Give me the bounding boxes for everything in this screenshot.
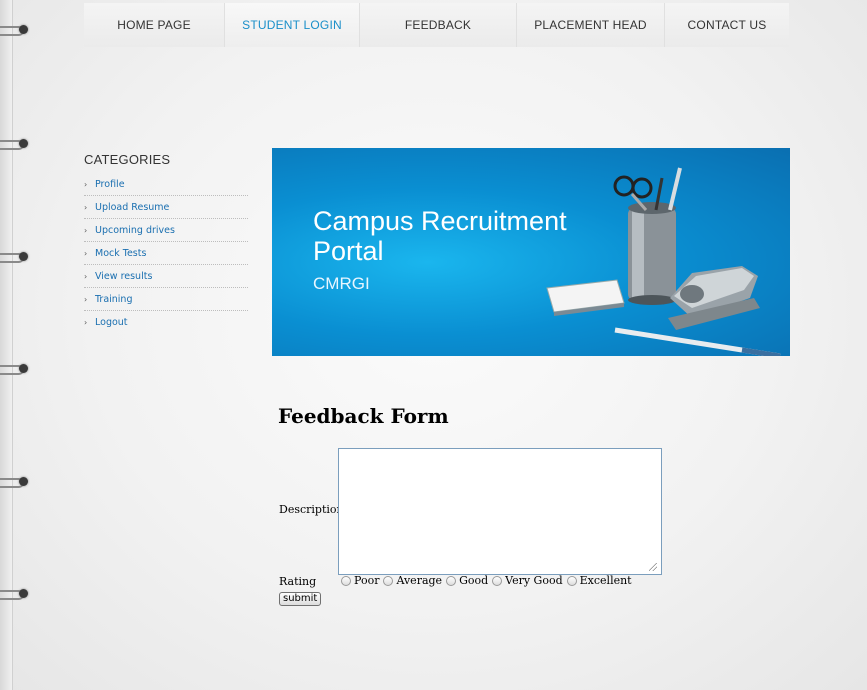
rating-option-label: Poor — [354, 574, 380, 587]
rating-option-poor[interactable]: Poor — [341, 574, 379, 587]
category-label: Upload Resume — [95, 201, 170, 213]
category-label: Training — [95, 293, 133, 305]
binder-ring — [0, 587, 30, 601]
rating-option-good[interactable]: Good — [446, 574, 488, 587]
description-textarea[interactable] — [338, 448, 662, 575]
category-label: Profile — [95, 178, 125, 190]
rating-option-label: Good — [459, 574, 489, 587]
nav-placement-head[interactable]: PLACEMENT HEAD — [517, 3, 665, 47]
rating-label: Rating — [279, 575, 317, 588]
nav-student-login[interactable]: STUDENT LOGIN — [225, 3, 360, 47]
top-navigation: HOME PAGE STUDENT LOGIN FEEDBACK PLACEME… — [84, 3, 789, 47]
categories-list: › Profile › Upload Resume › Upcoming drives… — [84, 173, 248, 333]
categories-sidebar: CATEGORIES › Profile › Upload Resume › Upco… — [84, 152, 248, 333]
feedback-form-title: Feedback Form — [278, 404, 449, 428]
category-label: View results — [95, 270, 153, 282]
radio-button[interactable] — [383, 575, 394, 586]
category-label: Logout — [95, 316, 128, 328]
radio-button[interactable] — [492, 575, 503, 586]
category-label: Upcoming drives — [95, 224, 175, 236]
category-label: Mock Tests — [95, 247, 147, 259]
rating-options: Poor Average Good Very Good Excellent — [341, 574, 636, 587]
chevron-right-icon: › — [84, 225, 88, 235]
chevron-right-icon: › — [84, 248, 88, 258]
binder-ring — [0, 362, 30, 376]
rating-option-label: Excellent — [579, 574, 632, 587]
category-item-profile[interactable]: › Profile — [84, 173, 248, 196]
nav-home-page[interactable]: HOME PAGE — [84, 3, 225, 47]
binder-ring — [0, 250, 30, 264]
category-item-mock-tests[interactable]: › Mock Tests — [84, 242, 248, 265]
radio-button[interactable] — [341, 575, 351, 586]
chevron-right-icon: › — [84, 317, 88, 327]
category-item-upload-resume[interactable]: › Upload Resume — [84, 196, 248, 219]
nav-feedback[interactable]: FEEDBACK — [360, 3, 517, 47]
banner-subtitle: Portal — [313, 236, 384, 266]
category-item-upcoming-drives[interactable]: › Upcoming drives — [84, 219, 248, 242]
chevron-right-icon: › — [84, 271, 88, 281]
binder-ring — [0, 137, 30, 151]
resize-handle-icon[interactable] — [649, 563, 657, 571]
category-item-logout[interactable]: › Logout — [84, 311, 248, 333]
banner-college-name: CMRGI — [313, 274, 370, 293]
chevron-right-icon: › — [84, 294, 88, 304]
description-label: Description — [279, 503, 344, 516]
radio-button[interactable] — [446, 575, 457, 586]
rating-option-label: Very Good — [505, 574, 563, 587]
chevron-right-icon: › — [84, 179, 88, 189]
category-item-training[interactable]: › Training — [84, 288, 248, 311]
category-item-view-results[interactable]: › View results — [84, 265, 248, 288]
nav-contact-us[interactable]: CONTACT US — [665, 3, 789, 47]
binder-ring — [0, 475, 30, 489]
portal-banner: Campus Recruitment Portal CMRGI — [272, 148, 790, 356]
radio-button[interactable] — [566, 575, 577, 586]
categories-heading: CATEGORIES — [84, 152, 171, 167]
banner-title: Campus Recruitment — [313, 206, 567, 236]
rating-option-average[interactable]: Average — [383, 574, 442, 587]
chevron-right-icon: › — [84, 202, 88, 212]
rating-option-very-good[interactable]: Very Good — [492, 574, 563, 587]
rating-option-excellent[interactable]: Excellent — [566, 574, 632, 587]
rating-option-label: Average — [396, 574, 443, 587]
submit-button[interactable]: submit — [279, 592, 322, 606]
binder-ring — [0, 23, 30, 37]
